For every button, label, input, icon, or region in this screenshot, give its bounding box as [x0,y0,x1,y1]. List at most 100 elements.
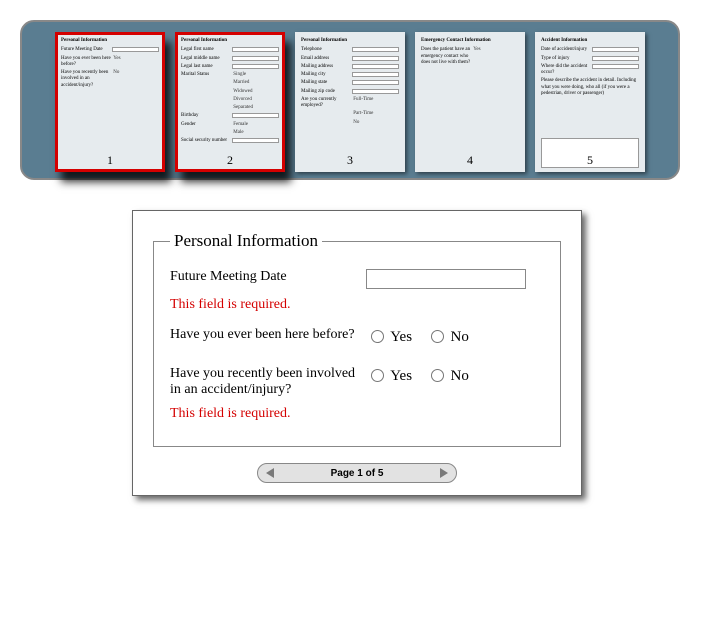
thumbnail-field-value: Male [233,130,279,136]
radio-option[interactable]: No [426,368,469,384]
radio-option[interactable]: Yes [366,329,416,345]
form-panel: Personal Information Future Meeting Date… [132,210,582,496]
thumbnail-field-label: Legal middle name [181,56,230,62]
thumbnail-input [592,64,639,69]
thumbnail-page-3[interactable]: Personal Information Telephone Email addre… [295,32,405,172]
been-here-label: Have you ever been here before? [170,327,366,343]
fieldset-legend: Personal Information [170,231,322,251]
thumbnail-field-label: Where did the accident occur? [541,64,590,77]
thumbnail-input [352,47,399,52]
thumbnail-field-label: Have you recently been involved in an ac… [61,70,111,89]
thumbnail-input [352,72,399,77]
pager-inner: Page 1 of 5 [257,463,457,483]
thumbnail-input [232,56,279,61]
field-control [366,269,544,289]
thumbnail-section-title: Emergency Contact Information [421,38,519,44]
thumbnail-field-label: Mailing zip code [301,89,350,95]
thumbnail-row: Mailing zip code [301,89,399,95]
thumbnail-field-label: Social security number [181,138,230,144]
thumbnail-page-1[interactable]: Personal InformationFuture Meeting DateH… [55,32,165,172]
thumbnail-input [352,80,399,85]
radio-label: No [451,329,469,345]
thumbnail-row: Future Meeting Date [61,47,159,53]
radio-label: Yes [390,368,412,384]
thumbnail-row: Date of accident/injury [541,47,639,53]
thumbnail-row: Divorced [181,97,279,103]
accident-radio-group: Yes No [366,366,544,385]
thumbnail-input [592,56,639,61]
thumbnail-field-label: Telephone [301,47,350,53]
thumbnail-page-number: 2 [175,153,285,168]
thumbnail-field-value: No [353,120,399,126]
thumbnail-section-title: Accident Information [541,38,639,44]
thumbnail-field-label: Have you ever been here before? [61,56,111,69]
thumbnail-row: Legal last name [181,64,279,70]
thumbnail-field-label: Are you currently employed? [301,97,351,110]
field-row: Future Meeting Date [170,263,544,295]
chevron-left-icon[interactable] [266,468,274,478]
thumbnail-row: Does the patient have an emergency conta… [421,47,519,66]
thumbnail-page-number: 1 [55,153,165,168]
thumbnail-row: Have you recently been involved in an ac… [61,70,159,89]
accident-label: Have you recently been involved in an ac… [170,366,366,398]
thumbnail-page-4[interactable]: Emergency Contact Information Does the pa… [415,32,525,172]
thumbnail-input [352,64,399,69]
thumbnail-page-number: 5 [535,153,645,168]
thumbnail-input [352,56,399,61]
thumbnail-field-value: Separated [233,105,279,111]
thumbnail-field-label: Type of injury [541,56,590,62]
thumbnail-row: Have you ever been here before?Yes [61,56,159,69]
meeting-date-label: Future Meeting Date [170,269,366,285]
thumbnail-field-label: Birthday [181,113,230,119]
thumbnail-field-value: Married [233,80,279,86]
thumbnail-section-title: Personal Information [301,38,399,44]
chevron-right-icon[interactable] [440,468,448,478]
thumbnail-field-value: Full-Time [353,97,399,103]
thumbnail-field-label: Mailing city [301,72,350,78]
been-here-yes-radio[interactable] [371,330,384,343]
pager-label: Page 1 of 5 [274,468,440,479]
radio-label: Yes [390,329,412,345]
thumbnail-field-label: Email address [301,56,350,62]
thumbnail-field-label: Mailing state [301,80,350,86]
thumbnail-field-value: Single [233,72,279,78]
thumbnail-row: Type of injury [541,56,639,62]
thumbnail-row: Married [181,80,279,86]
validation-error: This field is required. [170,404,544,430]
thumbnail-field-label: Legal first name [181,47,230,53]
thumbnail-row: Are you currently employed?Full-Time [301,97,399,110]
thumbnail-page-2[interactable]: Personal InformationLegal first nameLega… [175,32,285,172]
thumbnail-field-label: Future Meeting Date [61,47,110,53]
thumbnail-input [592,47,639,52]
thumbnail-row: Legal middle name [181,56,279,62]
thumbnail-page-number: 4 [415,153,525,168]
thumbnail-row: Mailing city [301,72,399,78]
thumbnail-input [112,47,159,52]
thumbnail-row: Where did the accident occur? [541,64,639,77]
meeting-date-input[interactable] [366,269,526,289]
thumbnail-field-value: Yes [113,56,159,62]
accident-no-radio[interactable] [431,369,444,382]
thumbnail-field-value: Widowed [233,89,279,95]
thumbnail-field-value: No [113,70,159,76]
thumbnail-page-5[interactable]: Accident Information Date of accident/inj… [535,32,645,172]
been-here-no-radio[interactable] [431,330,444,343]
pager: Page 1 of 5 [153,463,561,483]
been-here-radio-group: Yes No [366,327,544,346]
field-row: Have you ever been here before? Yes No [170,321,544,352]
thumbnail-field-label: Gender [181,122,231,128]
thumbnail-input [352,89,399,94]
thumbnail-field-value: Part-Time [353,111,399,117]
thumbnail-row: Part-Time [301,111,399,117]
radio-option[interactable]: No [426,329,469,345]
radio-label: No [451,368,469,384]
thumbnail-field-label: Legal last name [181,64,230,70]
thumbnail-row: Mailing state [301,80,399,86]
thumbnail-field-label: Please describe the accident in detail. … [541,78,639,138]
thumbnail-row: Separated [181,105,279,111]
field-row: Have you recently been involved in an ac… [170,352,544,404]
thumbnail-row: Marital StatusSingle [181,72,279,78]
accident-yes-radio[interactable] [371,369,384,382]
thumbnail-row: Social security number [181,138,279,144]
radio-option[interactable]: Yes [366,368,416,384]
